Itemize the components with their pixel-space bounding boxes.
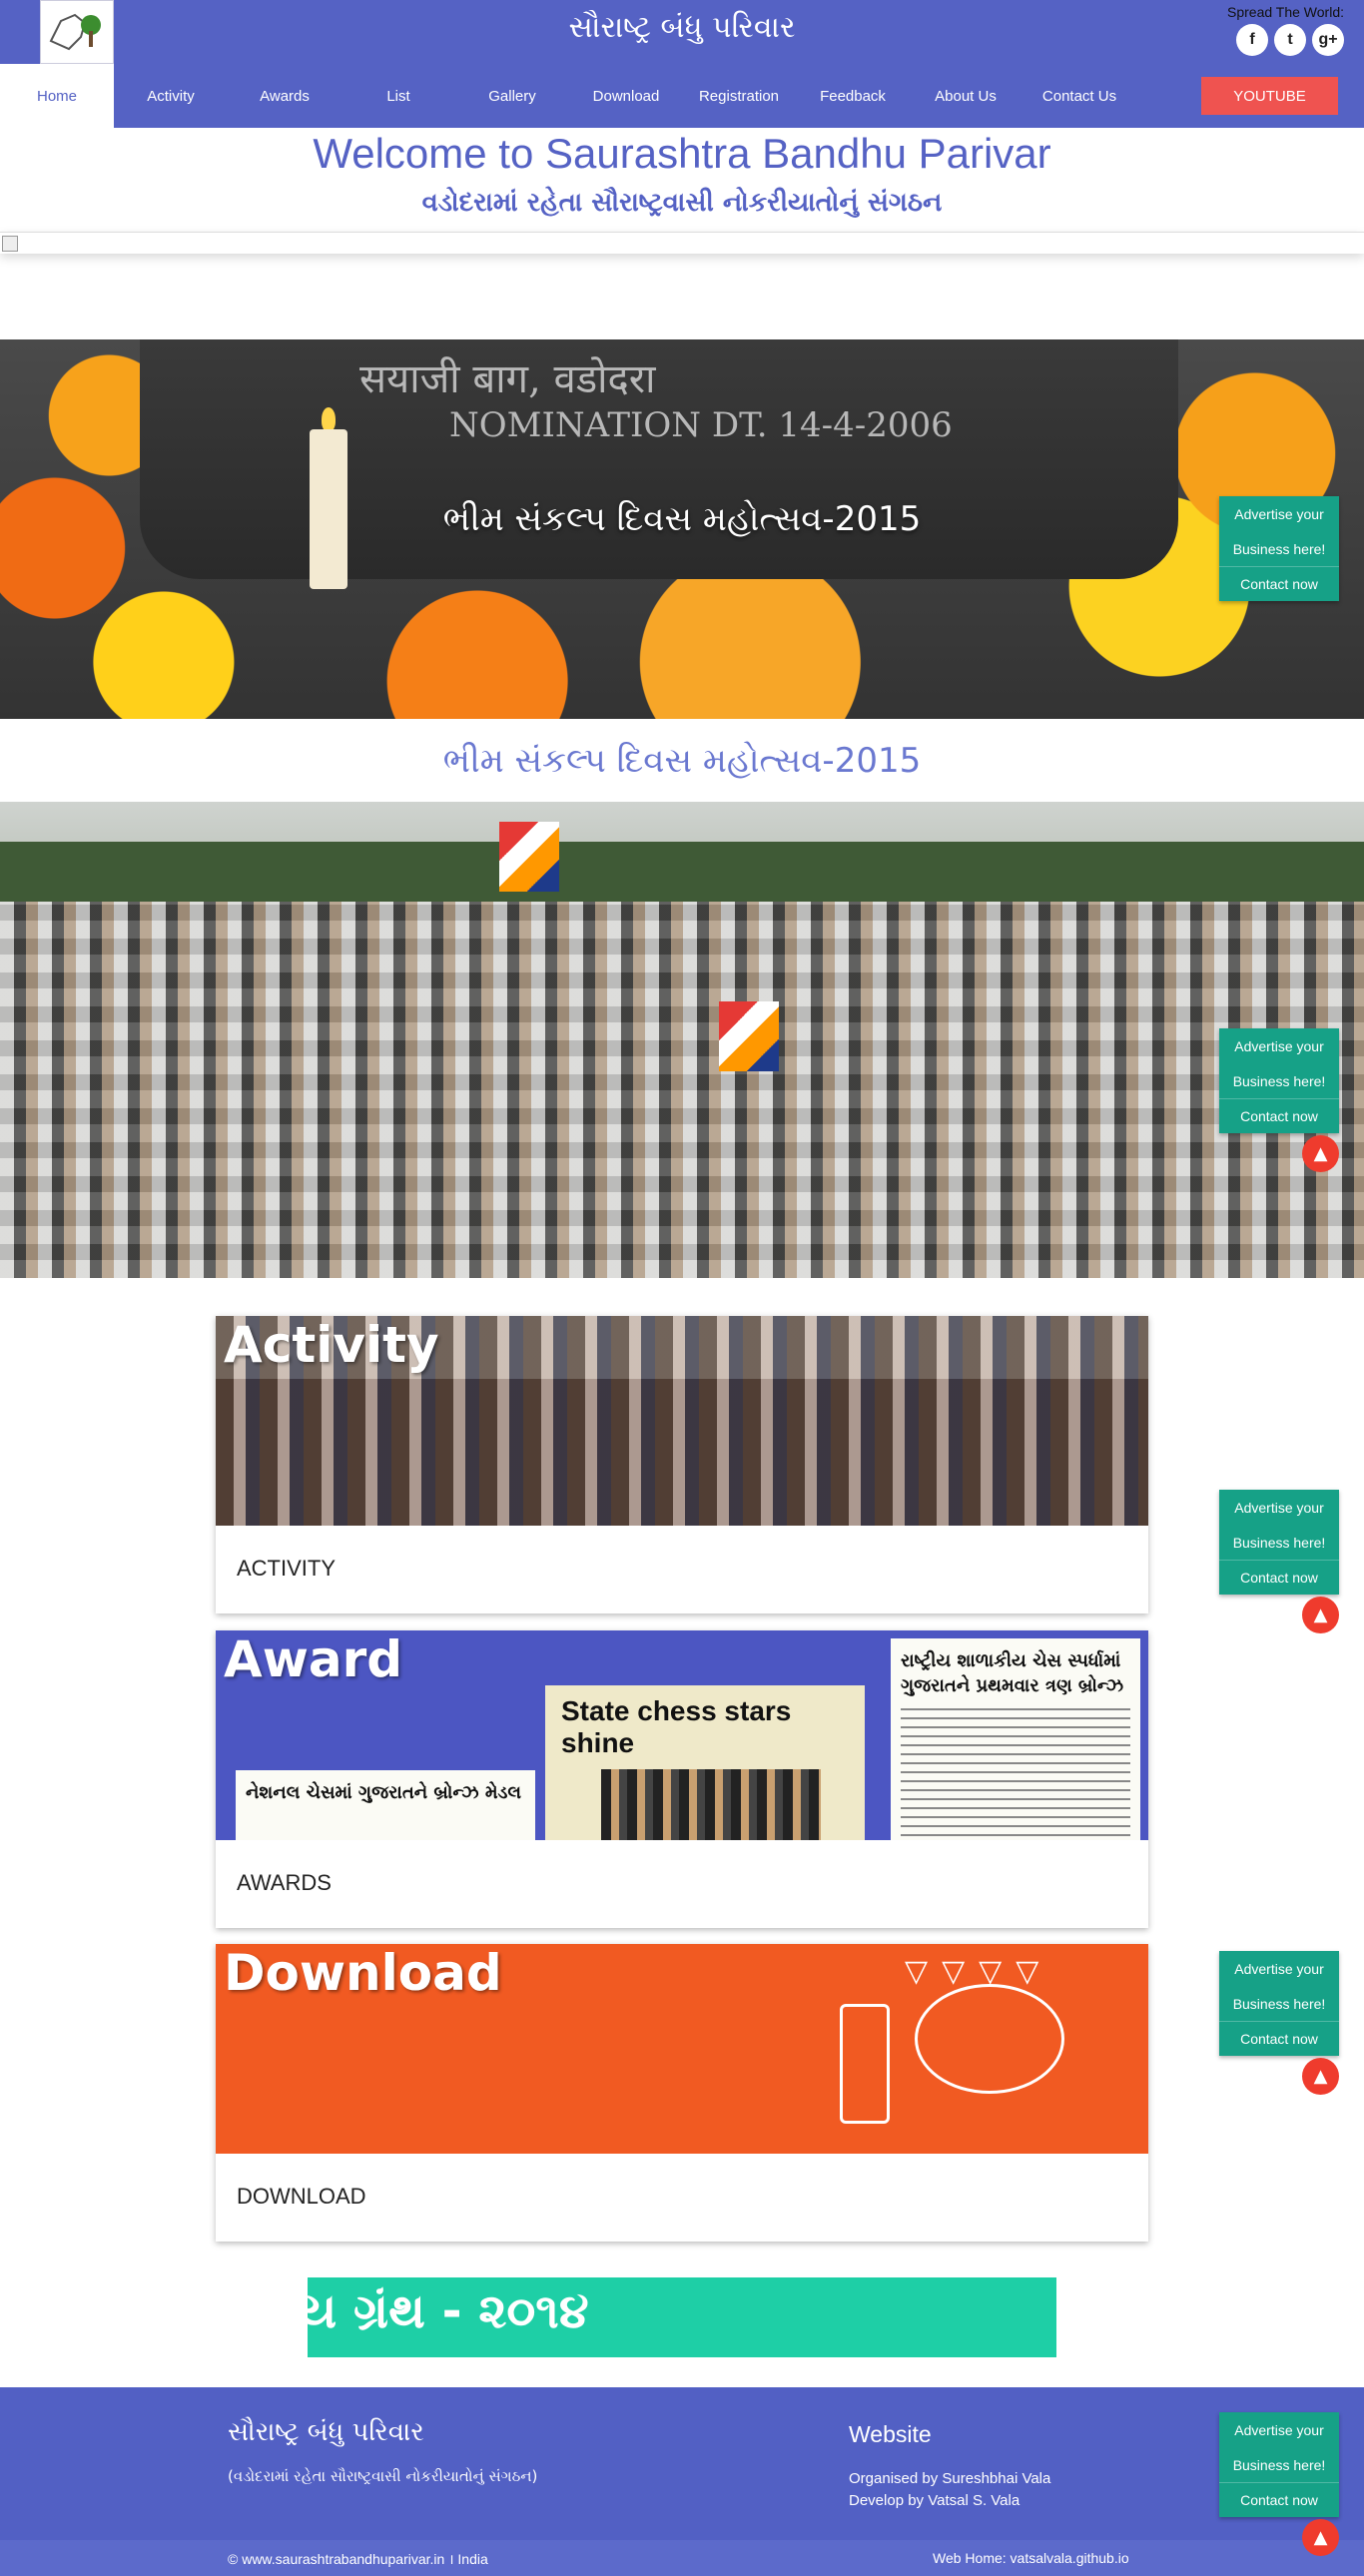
welcome-subtitle: વડોદરામાં રહેતા સૌરાષ્ટ્રવાસી નોકરીયાતોન… xyxy=(421,188,943,218)
card-title[interactable]: ACTIVITY xyxy=(237,1556,336,1582)
memorial-plaque xyxy=(140,339,1178,579)
advertise-widget[interactable]: Advertise your Business here! Contact no… xyxy=(1219,2412,1339,2517)
arrow-up-icon[interactable]: ▲ xyxy=(1302,2058,1339,2095)
advertise-line: Advertise your xyxy=(1234,1499,1324,1516)
cloud-icon xyxy=(915,1984,1064,2094)
top-header: સૌરાષ્ટ્ર બંધુ પરિવાર Spread The World: … xyxy=(0,0,1364,64)
newspaper-clipping: State chess stars shine xyxy=(545,1685,865,1840)
google-plus-icon[interactable]: g+ xyxy=(1312,24,1344,56)
social-share: Spread The World: f t g+ xyxy=(1227,4,1344,56)
nav-list[interactable]: List xyxy=(341,64,455,128)
banner-image-placeholder xyxy=(0,232,1364,254)
activity-card-image: Activity xyxy=(216,1316,1148,1526)
advertise-line: Business here! xyxy=(1232,1995,1326,2012)
advertise-widget[interactable]: Advertise your Business here! Contact no… xyxy=(1219,1028,1339,1133)
nav-registration[interactable]: Registration xyxy=(682,64,796,128)
advertise-line: Advertise your xyxy=(1234,1960,1324,1977)
arrow-up-icon[interactable]: ▲ xyxy=(1302,1597,1339,1633)
copyright-bar: © www.saurashtrabandhuparivar.in । India… xyxy=(0,2540,1364,2576)
nav-about-us[interactable]: About Us xyxy=(909,64,1023,128)
facebook-icon[interactable]: f xyxy=(1236,24,1268,56)
card-image-label: Download xyxy=(224,1944,502,2002)
usb-drive-icon xyxy=(840,2004,890,2124)
nav-download[interactable]: Download xyxy=(569,64,683,128)
copyright-text[interactable]: © www.saurashtrabandhuparivar.in । India xyxy=(228,2550,488,2569)
web-home-link[interactable]: Web Home: vatsalvala.github.io xyxy=(933,2550,1129,2566)
clipping-photo xyxy=(601,1769,821,1840)
awards-card[interactable]: Award નેશનલ ચેસમાં ગુજરાતને બ્રોન્ઝ મેડલ… xyxy=(216,1630,1148,1928)
broken-image-icon xyxy=(2,236,18,252)
footer-developer: Develop by Vatsal S. Vala xyxy=(849,2492,1021,2509)
spread-label: Spread The World: xyxy=(1227,4,1344,20)
site-title: સૌરાષ્ટ્ર બંધુ પરિવાર xyxy=(568,10,796,45)
footer-organiser: Organised by Sureshbhai Vala xyxy=(849,2470,1051,2487)
card-title[interactable]: DOWNLOAD xyxy=(237,2184,366,2210)
scrolling-banner-text: ય ગ્રંથ - ૨૦૧૪ xyxy=(308,2283,589,2339)
footer: સૌરાષ્ટ્ર બંધુ પરિવાર (વડોદરામાં રહેતા સ… xyxy=(0,2387,1364,2540)
newspaper-clipping: નેશનલ ચેસમાં ગુજરાતને બ્રોન્ઝ મેડલ xyxy=(236,1770,535,1840)
footer-brand: સૌરાષ્ટ્ર બંધુ પરિવાર xyxy=(228,2417,424,2447)
activity-card[interactable]: Activity ACTIVITY xyxy=(216,1316,1148,1613)
file-icons: ▽▽▽▽ xyxy=(905,1954,1053,1989)
advertise-line: Advertise your xyxy=(1234,1037,1324,1054)
youtube-button[interactable]: YOUTUBE xyxy=(1201,77,1338,115)
advertise-widget[interactable]: Advertise your Business here! Contact no… xyxy=(1219,1490,1339,1595)
contact-now-button[interactable]: Contact now xyxy=(1219,1098,1339,1133)
download-card-image: Download ▽▽▽▽ xyxy=(216,1944,1148,2154)
arrow-up-icon[interactable]: ▲ xyxy=(1302,1135,1339,1172)
photo-crowd xyxy=(0,902,1364,1278)
nav-gallery[interactable]: Gallery xyxy=(455,64,569,128)
nav-home[interactable]: Home xyxy=(0,64,114,128)
advertise-line: Business here! xyxy=(1232,1072,1326,1089)
nav-contact-us[interactable]: Contact Us xyxy=(1023,64,1136,128)
clipping-body xyxy=(901,1708,1130,1839)
contact-now-button[interactable]: Contact now xyxy=(1219,2482,1339,2517)
download-card[interactable]: Download ▽▽▽▽ DOWNLOAD xyxy=(216,1944,1148,2242)
advertise-widget[interactable]: Advertise your Business here! Contact no… xyxy=(1219,1951,1339,2056)
contact-now-button[interactable]: Contact now xyxy=(1219,2021,1339,2056)
advertise-line: Advertise your xyxy=(1234,2421,1324,2438)
nav-activity[interactable]: Activity xyxy=(114,64,228,128)
card-title[interactable]: AWARDS xyxy=(237,1870,332,1896)
advertise-line: Business here! xyxy=(1232,2456,1326,2473)
main-nav: Home Activity Awards List Gallery Downlo… xyxy=(0,64,1364,128)
event-heading: ભીમ સંકલ્પ દિવસ મહોત્સવ-2015 xyxy=(442,741,922,781)
newspaper-clipping: રાષ્ટ્રીય શાળાકીય ચેસ સ્પર્ધામાં ગુજરાતન… xyxy=(891,1638,1140,1840)
footer-tagline: (વડોદરામાં રહેતા સૌરાષ્ટ્રવાસી નોકરીયાતો… xyxy=(228,2467,538,2485)
nav-awards[interactable]: Awards xyxy=(228,64,341,128)
plaque-nomination-text: NOMINATION DT. 14-4-2006 xyxy=(449,405,953,445)
clipping-headline: રાષ્ટ્રીય શાળાકીય ચેસ સ્પર્ધામાં ગુજરાતન… xyxy=(901,1650,1124,1697)
advertise-widget[interactable]: Advertise your Business here! Contact no… xyxy=(1219,496,1339,601)
event-crowd-photo xyxy=(0,802,1364,1278)
contact-now-button[interactable]: Contact now xyxy=(1219,1560,1339,1595)
flag xyxy=(499,822,559,892)
candle-flame xyxy=(322,407,336,431)
advertise-line: Business here! xyxy=(1232,1534,1326,1551)
contact-now-button[interactable]: Contact now xyxy=(1219,566,1339,601)
advertise-line: Advertise your xyxy=(1234,505,1324,522)
hero-caption: ભીમ સંકલ્પ દિવસ મહોત્સવ-2015 xyxy=(442,499,922,539)
arrow-up-icon[interactable]: ▲ xyxy=(1302,2519,1339,2556)
scrolling-banner: ય ગ્રંથ - ૨૦૧૪ xyxy=(308,2277,1056,2357)
twitter-icon[interactable]: t xyxy=(1274,24,1306,56)
awards-card-image: Award નેશનલ ચેસમાં ગુજરાતને બ્રોન્ઝ મેડલ… xyxy=(216,1630,1148,1840)
clipping-headline: State chess stars shine xyxy=(561,1695,792,1758)
nav-feedback[interactable]: Feedback xyxy=(796,64,910,128)
card-image-label: Award xyxy=(224,1630,403,1688)
advertise-line: Business here! xyxy=(1232,540,1326,557)
welcome-title: Welcome to Saurashtra Bandhu Parivar xyxy=(313,130,1051,177)
card-image-label: Activity xyxy=(224,1316,439,1374)
plaque-text: सयाजी बाग, वडोदरा xyxy=(359,356,656,402)
footer-website-heading: Website xyxy=(849,2421,932,2447)
flag xyxy=(719,1001,779,1071)
